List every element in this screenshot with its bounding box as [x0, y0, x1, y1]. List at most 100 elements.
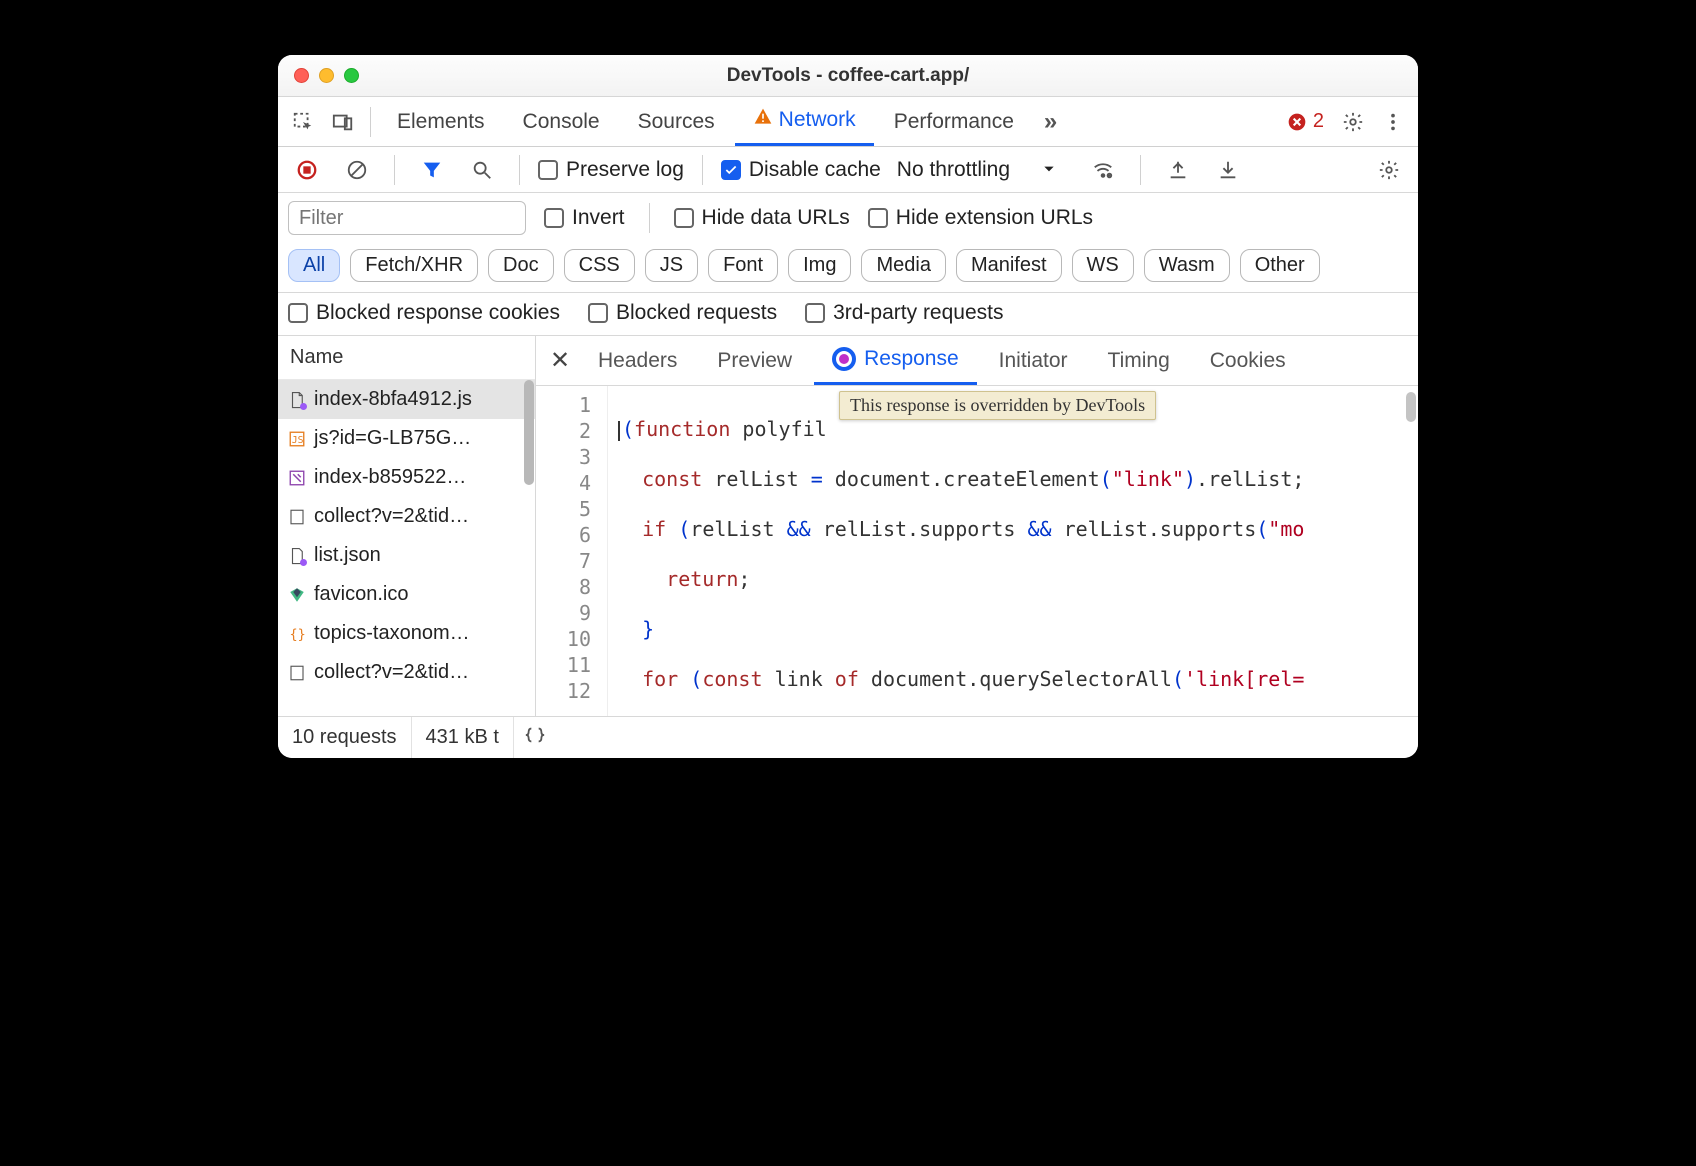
close-detail-button[interactable]: ✕	[544, 345, 576, 377]
request-name: collect?v=2&tid…	[314, 505, 469, 528]
zoom-window-button[interactable]	[344, 68, 359, 83]
settings-gear-icon[interactable]	[1334, 103, 1372, 141]
file-favicon-icon	[288, 586, 306, 604]
request-row[interactable]: JS js?id=G-LB75G…	[278, 419, 535, 458]
chip-manifest[interactable]: Manifest	[956, 249, 1062, 282]
preserve-log-checkbox[interactable]: Preserve log	[538, 158, 684, 182]
chip-wasm[interactable]: Wasm	[1144, 249, 1230, 282]
override-dot-icon	[300, 403, 307, 410]
separator	[1140, 155, 1141, 185]
svg-text:JS: JS	[292, 434, 304, 445]
override-dot-icon	[300, 559, 307, 566]
chip-media[interactable]: Media	[861, 249, 945, 282]
minimize-window-button[interactable]	[319, 68, 334, 83]
checkbox-icon	[868, 208, 888, 228]
network-conditions-icon[interactable]	[1084, 151, 1122, 189]
horizontal-scrollbar[interactable]	[616, 702, 1404, 714]
tab-performance[interactable]: Performance	[876, 97, 1032, 146]
checkbox-icon	[805, 303, 825, 323]
third-party-checkbox[interactable]: 3rd-party requests	[805, 301, 1003, 325]
request-name: js?id=G-LB75G…	[314, 427, 471, 450]
vertical-scrollbar-thumb[interactable]	[1406, 392, 1416, 422]
window-title: DevTools - coffee-cart.app/	[278, 65, 1418, 87]
chevron-down-icon	[1014, 158, 1068, 182]
scrollbar-thumb[interactable]	[524, 380, 534, 485]
checkbox-icon	[544, 208, 564, 228]
code-body[interactable]: (function polyfil const relList = docume…	[608, 386, 1418, 716]
kebab-menu-icon[interactable]	[1374, 103, 1412, 141]
tab-sources[interactable]: Sources	[620, 97, 733, 146]
separator	[519, 155, 520, 185]
file-doc-icon	[288, 664, 306, 682]
tab-preview[interactable]: Preview	[699, 336, 810, 385]
tab-headers[interactable]: Headers	[580, 336, 695, 385]
separator	[394, 155, 395, 185]
tab-response[interactable]: Response	[814, 336, 977, 385]
search-icon[interactable]	[463, 151, 501, 189]
chip-all[interactable]: All	[288, 249, 340, 282]
invert-checkbox[interactable]: Invert	[544, 206, 625, 230]
throttling-select[interactable]: No throttling	[893, 158, 1072, 182]
blocked-cookies-checkbox[interactable]: Blocked response cookies	[288, 301, 560, 325]
hide-data-urls-checkbox[interactable]: Hide data URLs	[674, 206, 850, 230]
more-tabs-button[interactable]: »	[1034, 108, 1067, 136]
blocked-requests-checkbox[interactable]: Blocked requests	[588, 301, 777, 325]
tab-network[interactable]: Network	[735, 97, 874, 146]
file-js-icon	[288, 391, 306, 409]
request-name: topics-taxonom…	[314, 622, 470, 645]
chip-ws[interactable]: WS	[1072, 249, 1134, 282]
tab-initiator[interactable]: Initiator	[981, 336, 1086, 385]
request-name: collect?v=2&tid…	[314, 661, 469, 684]
detail-tabs: ✕ Headers Preview Response Initiator Tim…	[536, 336, 1418, 386]
chip-img[interactable]: Img	[788, 249, 851, 282]
checkbox-icon	[288, 303, 308, 323]
request-row[interactable]: index-b859522…	[278, 458, 535, 497]
network-content: Name index-8bfa4912.js JS js?id=G-LB75G…	[278, 336, 1418, 716]
tab-elements[interactable]: Elements	[379, 97, 503, 146]
export-har-icon[interactable]	[1159, 151, 1197, 189]
separator	[370, 107, 371, 137]
request-list[interactable]: index-8bfa4912.js JS js?id=G-LB75G… inde…	[278, 380, 535, 716]
request-row[interactable]: collect?v=2&tid…	[278, 497, 535, 536]
response-editor[interactable]: 123456 789101112 (function polyfil const…	[536, 386, 1418, 716]
disable-cache-checkbox[interactable]: Disable cache	[721, 158, 881, 182]
network-toolbar: Preserve log Disable cache No throttling	[278, 147, 1418, 193]
file-css-icon	[288, 469, 306, 487]
resource-type-chips: All Fetch/XHR Doc CSS JS Font Img Media …	[278, 243, 1418, 293]
request-name: index-b859522…	[314, 466, 466, 489]
record-button[interactable]	[288, 151, 326, 189]
chip-js[interactable]: JS	[645, 249, 698, 282]
inspect-element-icon[interactable]	[284, 103, 322, 141]
chip-doc[interactable]: Doc	[488, 249, 554, 282]
request-row[interactable]: favicon.ico	[278, 575, 535, 614]
request-row[interactable]: {} topics-taxonom…	[278, 614, 535, 653]
column-header-name[interactable]: Name	[278, 336, 535, 380]
device-toolbar-icon[interactable]	[324, 103, 362, 141]
separator	[649, 203, 650, 233]
error-count-badge[interactable]: 2	[1279, 110, 1332, 133]
sidebar-scrollbar[interactable]	[523, 380, 535, 716]
request-row[interactable]: list.json	[278, 536, 535, 575]
filter-icon[interactable]	[413, 151, 451, 189]
chip-other[interactable]: Other	[1240, 249, 1320, 282]
request-name: index-8bfa4912.js	[314, 388, 472, 411]
tab-cookies[interactable]: Cookies	[1192, 336, 1304, 385]
chip-font[interactable]: Font	[708, 249, 778, 282]
chip-fetch-xhr[interactable]: Fetch/XHR	[350, 249, 478, 282]
network-settings-gear-icon[interactable]	[1370, 151, 1408, 189]
filter-input[interactable]	[288, 201, 526, 235]
separator	[702, 155, 703, 185]
hide-extension-urls-checkbox[interactable]: Hide extension URLs	[868, 206, 1093, 230]
request-row[interactable]: collect?v=2&tid…	[278, 653, 535, 692]
override-tooltip: This response is overridden by DevTools	[839, 391, 1156, 420]
filter-row: Invert Hide data URLs Hide extension URL…	[278, 193, 1418, 243]
status-transfer-size: 431 kB t	[412, 717, 514, 758]
pretty-print-button[interactable]	[514, 724, 556, 752]
request-row[interactable]: index-8bfa4912.js	[278, 380, 535, 419]
chip-css[interactable]: CSS	[564, 249, 635, 282]
tab-timing[interactable]: Timing	[1090, 336, 1188, 385]
import-har-icon[interactable]	[1209, 151, 1247, 189]
clear-button[interactable]	[338, 151, 376, 189]
close-window-button[interactable]	[294, 68, 309, 83]
tab-console[interactable]: Console	[505, 97, 618, 146]
